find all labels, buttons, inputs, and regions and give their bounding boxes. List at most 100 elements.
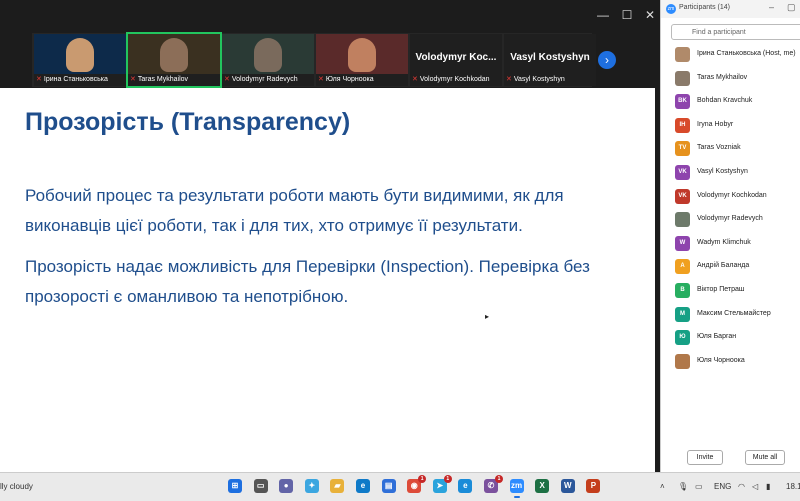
panel-maximize-icon[interactable]: ▢ — [787, 2, 796, 13]
telegram-icon[interactable]: ➤ 1 — [432, 475, 452, 493]
video-feed — [128, 34, 220, 74]
avatar: VK — [675, 165, 690, 180]
muted-mic-icon: ✕ — [224, 76, 230, 83]
participant-name: Vasyl Kostyshyn — [697, 168, 748, 175]
muted-mic-icon: ✕ — [130, 76, 136, 83]
participant-row[interactable]: VK Volodymyr Kochkodan — [673, 188, 800, 206]
avatar: TV — [675, 141, 690, 157]
invite-button[interactable]: Invite — [687, 450, 723, 465]
slide-line: Прозорість надає можливість для Перевірк… — [25, 257, 590, 276]
participant-video-image — [66, 38, 94, 72]
wifi-icon[interactable]: ◠ — [738, 482, 745, 491]
video-tile[interactable]: Volodymyr Koc... ✕ Volodymyr Kochkodan — [410, 34, 502, 86]
edge-icon[interactable]: e — [356, 479, 370, 493]
avatar — [675, 212, 690, 228]
participant-row[interactable]: VK Vasyl Kostyshyn — [673, 164, 800, 182]
microphone-icon[interactable]: 🎙 — [678, 482, 688, 491]
video-tile[interactable]: Vasyl Kostyshyn ✕ Vasyl Kostyshyn — [504, 34, 596, 86]
maximize-icon[interactable]: ☐ — [620, 8, 634, 22]
video-tile[interactable]: ✕ Taras Mykhailov — [126, 32, 222, 88]
tile-display-name: Vasyl Kostyshyn — [510, 52, 590, 63]
participant-row[interactable]: BK Bohdan Kravchuk — [673, 93, 800, 111]
tile-name: Volodymyr Kochkodan — [419, 76, 490, 83]
video-feed — [222, 34, 314, 74]
copilot-icon[interactable]: ✦ — [304, 479, 319, 493]
file-explorer-icon[interactable]: ▰ — [330, 479, 345, 493]
muted-mic-icon: ✕ — [506, 76, 512, 83]
participant-name: Андрій Баланда — [697, 262, 750, 270]
windows-taskbar: lly cloudy ⊞ ▭ ● ✦ ▰ e ▤ ◉ 1 ➤ 1 e ✆ 1 zm X W P ˄ 🎙 ▭ ENG… — [0, 472, 800, 501]
avatar: VK — [675, 188, 690, 204]
close-icon[interactable]: ✕ — [643, 8, 657, 22]
participant-row[interactable]: TV Taras Vozniak — [673, 140, 800, 158]
participant-name: Ірина Станьковська (Host, me) — [697, 50, 796, 57]
chrome-icon[interactable]: ◉ 1 — [407, 475, 427, 493]
store-icon[interactable]: ▤ — [381, 479, 396, 493]
participant-row[interactable]: Taras Mykhailov — [673, 70, 800, 88]
word-icon[interactable]: W — [560, 479, 575, 493]
tile-name: Taras Mykhailov — [137, 76, 189, 83]
video-feed — [316, 34, 408, 74]
participant-row[interactable]: Юля Чорноока — [673, 353, 800, 371]
meeting-title-bar: — ☐ ✕ — [0, 0, 660, 32]
participant-name: Taras Vozniak — [697, 144, 741, 152]
tile-name-label: ✕ Ірина Станьковська — [36, 74, 108, 85]
participant-name: Wadym Klimchuk — [697, 238, 751, 246]
start-icon[interactable]: ⊞ — [228, 479, 242, 493]
slide-line: прозорості є оманливою та непотрібною. — [25, 287, 349, 306]
video-gallery-strip: ✕ Ірина Станьковська ✕ Taras Mykhailov ✕ Volo… — [32, 32, 596, 88]
edge-profile-icon[interactable]: e — [458, 479, 473, 493]
participant-name: Максим Стельмайстер — [697, 309, 771, 317]
participant-row[interactable]: А Андрій Баланда — [673, 258, 800, 276]
participants-panel: zm Participants (14) – ▢ ⌕ Find a partic… — [660, 0, 800, 472]
participant-row[interactable]: Ірина Станьковська (Host, me) — [673, 46, 800, 64]
powerpoint-icon[interactable]: P — [586, 479, 601, 493]
participant-row[interactable]: М Максим Стельмайстер — [673, 306, 800, 324]
excel-icon[interactable]: X — [535, 479, 550, 493]
participant-row[interactable]: Volodymyr Radevych — [673, 211, 800, 229]
notification-badge: 1 — [495, 475, 503, 483]
teams-chat-icon[interactable]: ● — [279, 479, 294, 493]
tile-name: Ірина Станьковська — [43, 76, 108, 83]
language-indicator[interactable]: ENG — [714, 482, 731, 491]
participant-row[interactable]: IH Iryna Hobyr — [673, 117, 800, 135]
participant-search-input[interactable]: Find a participant — [671, 24, 800, 40]
viber-icon[interactable]: ✆ 1 — [484, 475, 503, 493]
participant-name: Iryna Hobyr — [697, 120, 734, 128]
participant-name: Taras Mykhailov — [697, 73, 748, 81]
chevron-up-icon[interactable]: ˄ — [660, 482, 665, 491]
mute-all-button[interactable]: Mute all — [745, 450, 785, 465]
tile-name: Vasyl Kostyshyn — [513, 76, 565, 83]
weather-widget[interactable]: lly cloudy — [0, 482, 33, 491]
drive-icon[interactable]: ▭ — [695, 482, 703, 491]
tile-name-label: ✕ Volodymyr Kochkodan — [412, 74, 490, 85]
video-tile[interactable]: ✕ Volodymyr Radevych — [222, 34, 314, 86]
gallery-next-icon[interactable]: › — [598, 51, 616, 69]
avatar — [675, 70, 690, 86]
avatar: А — [675, 259, 690, 275]
notification-badge: 1 — [443, 475, 452, 483]
task-view-icon[interactable]: ▭ — [253, 479, 268, 493]
participant-row[interactable]: В Віктор Петраш — [673, 282, 800, 300]
video-feed — [34, 34, 126, 74]
slide-line: Робочий процес та результати роботи мают… — [25, 186, 564, 205]
panel-minimize-icon[interactable]: – — [769, 2, 774, 12]
minimize-icon[interactable]: — — [596, 8, 610, 22]
tile-display-name: Volodymyr Koc... — [415, 52, 497, 63]
volume-icon[interactable]: ◁ — [752, 482, 758, 491]
tile-name-label: ✕ Volodymyr Radevych — [224, 74, 298, 85]
avatar: BK — [675, 94, 690, 110]
avatar: W — [675, 235, 690, 251]
avatar: IH — [675, 117, 690, 133]
clock[interactable]: 18.1 — [786, 482, 800, 491]
video-tile[interactable]: ✕ Юля Чорноока — [316, 34, 408, 86]
avatar — [675, 47, 690, 62]
slide-title: Прозорість (Transparency) — [25, 108, 351, 136]
participant-name: Юля Чорноока — [697, 356, 745, 364]
participant-row[interactable]: W Wadym Klimchuk — [673, 235, 800, 253]
participant-row[interactable]: Ю Юля Барган — [673, 329, 800, 347]
battery-icon[interactable]: ▮ — [766, 482, 770, 491]
video-tile[interactable]: ✕ Ірина Станьковська — [34, 34, 126, 86]
tile-name: Volodymyr Radevych — [231, 76, 298, 83]
zoom-icon[interactable]: zm — [509, 479, 524, 498]
